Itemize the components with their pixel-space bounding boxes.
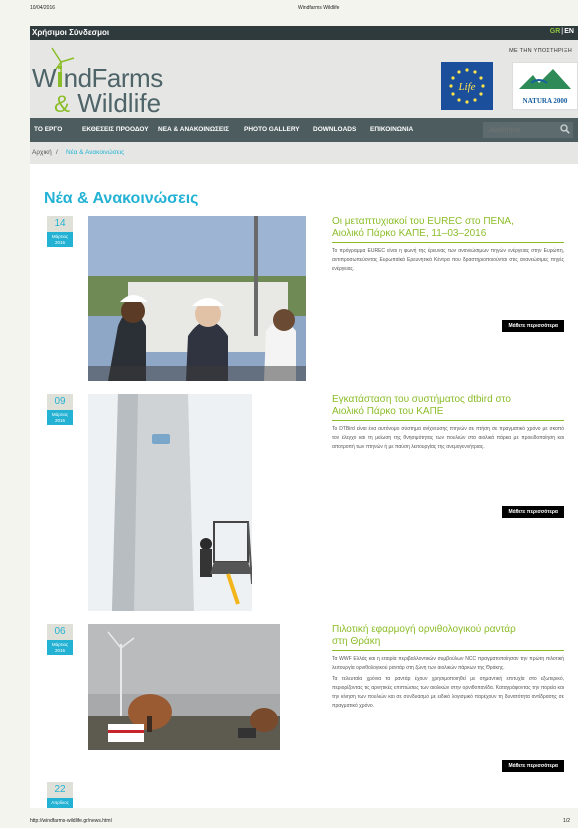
- logo-text-wildlife: & Wildlife: [54, 88, 162, 118]
- search-icon[interactable]: [560, 124, 570, 134]
- post-item: Εγκατάσταση του συστήματος dtbird στο Αιο…: [332, 394, 564, 524]
- post-date: 06 Μάρτιος 2016: [47, 624, 73, 655]
- nav-photo-gallery[interactable]: PHOTO GALLERY: [244, 126, 300, 133]
- breadcrumb: Αρχική / Νέα & Ανακοινώσεις: [30, 142, 578, 164]
- post-date-day: 06: [47, 624, 73, 640]
- lang-en-link[interactable]: EN: [564, 28, 574, 35]
- print-url: http://windfarms-wildlife.gr/news.html: [30, 818, 112, 824]
- print-header: 10/04/2016 Windfarms Wildlife: [0, 0, 578, 28]
- post-excerpt: Το πρόγραμμα EUREC είναι η φωνή της έρευ…: [332, 248, 564, 272]
- read-more-button[interactable]: Μάθετε περισσότερα: [502, 760, 564, 772]
- post-image-dtbird-install[interactable]: [88, 394, 252, 611]
- eu-logo-label: Life: [457, 81, 475, 93]
- post-date: 09 Μάρτιος 2016: [47, 394, 73, 425]
- post-title-link[interactable]: Οι μεταπτυχιακοί του EUREC στο ΠΕΝΑ, Αιολ…: [332, 216, 564, 240]
- breadcrumb-current: Νέα & Ανακοινώσεις: [66, 149, 125, 156]
- useful-links-link[interactable]: Χρήσιμοι Σύνδεσμοι: [32, 28, 109, 37]
- post-date-month: Μάρτιος 2016: [47, 232, 73, 247]
- post-excerpt: Τα WWF Ελλάς και η εταιρία περιβαλλοντικ…: [332, 656, 564, 671]
- post-title-link[interactable]: Εγκατάσταση του συστήματος dtbird στο Αιο…: [332, 394, 564, 418]
- post-item: Πιλοτική εφαρμογή ορνιθολογικού ραντάρ στ…: [332, 624, 564, 782]
- title-divider: [332, 420, 564, 421]
- natura-2000-logo: NATURA 2000: [512, 62, 578, 110]
- brand-header: WindFarms & Wildlife ΜΕ ΤΗΝ ΥΠΟΣΤΗΡΙΞΗ L…: [30, 40, 578, 118]
- post-date: 22 Απρίλιος: [47, 782, 73, 808]
- post-date: 14 Μάρτιος 2016: [47, 216, 73, 247]
- nav-news[interactable]: ΝΕΑ & ΑΝΑΚΟΙΝΩΣΕΙΣ: [158, 126, 229, 133]
- top-bar: Χρήσιμοι Σύνδεσμοι GR|EN: [30, 26, 578, 40]
- natura-logo-label: NATURA 2000: [523, 97, 568, 105]
- post-date-day: 22: [47, 782, 73, 798]
- eu-life-logo: Life: [441, 62, 493, 110]
- post-excerpt: Το DTBird είναι ένα αυτόνομο σύστημα ανί…: [332, 426, 564, 450]
- page-title: Νέα & Ανακοινώσεις: [44, 190, 199, 207]
- site-logo[interactable]: WindFarms & Wildlife: [32, 46, 232, 118]
- nav-project[interactable]: ΤΟ ΕΡΓΟ: [34, 126, 62, 133]
- post-date-day: 09: [47, 394, 73, 410]
- print-page-number: 1/2: [563, 818, 570, 824]
- print-title: Windfarms Wildlife: [298, 5, 340, 11]
- post-excerpt: Τα τελευταία χρόνια τα ραντάρ έχουν χρησ…: [332, 676, 564, 709]
- post-image-eurec-visit[interactable]: [88, 216, 306, 381]
- post-title-link[interactable]: Πιλοτική εφαρμογή ορνιθολογικού ραντάρ στ…: [332, 624, 564, 648]
- post-item: Οι μεταπτυχιακοί του EUREC στο ΠΕΝΑ, Αιολ…: [332, 216, 564, 346]
- print-footer: http://windfarms-wildlife.gr/news.html 1…: [0, 806, 578, 828]
- post-date-month: Μάρτιος 2016: [47, 410, 73, 425]
- title-divider: [332, 242, 564, 243]
- main-nav: ΤΟ ΕΡΓΟ ΕΚΘΕΣΕΙΣ ΠΡΟΟΔΟΥ ΝΕΑ & ΑΝΑΚΟΙΝΩΣ…: [30, 118, 578, 142]
- post-date-month: Μάρτιος 2016: [47, 640, 73, 655]
- web-page: Χρήσιμοι Σύνδεσμοι GR|EN WindFarms & Wil…: [30, 26, 578, 808]
- title-divider: [332, 650, 564, 651]
- breadcrumb-home-link[interactable]: Αρχική: [32, 149, 52, 156]
- post-date-day: 14: [47, 216, 73, 232]
- post-image-radar-thrace[interactable]: [88, 624, 280, 750]
- lang-separator: |: [561, 28, 564, 35]
- print-date: 10/04/2016: [30, 5, 56, 11]
- breadcrumb-separator: /: [56, 149, 58, 156]
- support-label: ΜΕ ΤΗΝ ΥΠΟΣΤΗΡΙΞΗ: [509, 48, 572, 54]
- language-switcher: GR|EN: [550, 28, 574, 35]
- nav-downloads[interactable]: DOWNLOADS: [313, 126, 356, 133]
- nav-progress-reports[interactable]: ΕΚΘΕΣΕΙΣ ΠΡΟΟΔΟΥ: [82, 126, 149, 133]
- lang-gr-link[interactable]: GR: [550, 28, 561, 35]
- nav-contact[interactable]: ΕΠΙΚΟΙΝΩΝΙΑ: [370, 126, 413, 133]
- read-more-button[interactable]: Μάθετε περισσότερα: [502, 506, 564, 518]
- read-more-button[interactable]: Μάθετε περισσότερα: [502, 320, 564, 332]
